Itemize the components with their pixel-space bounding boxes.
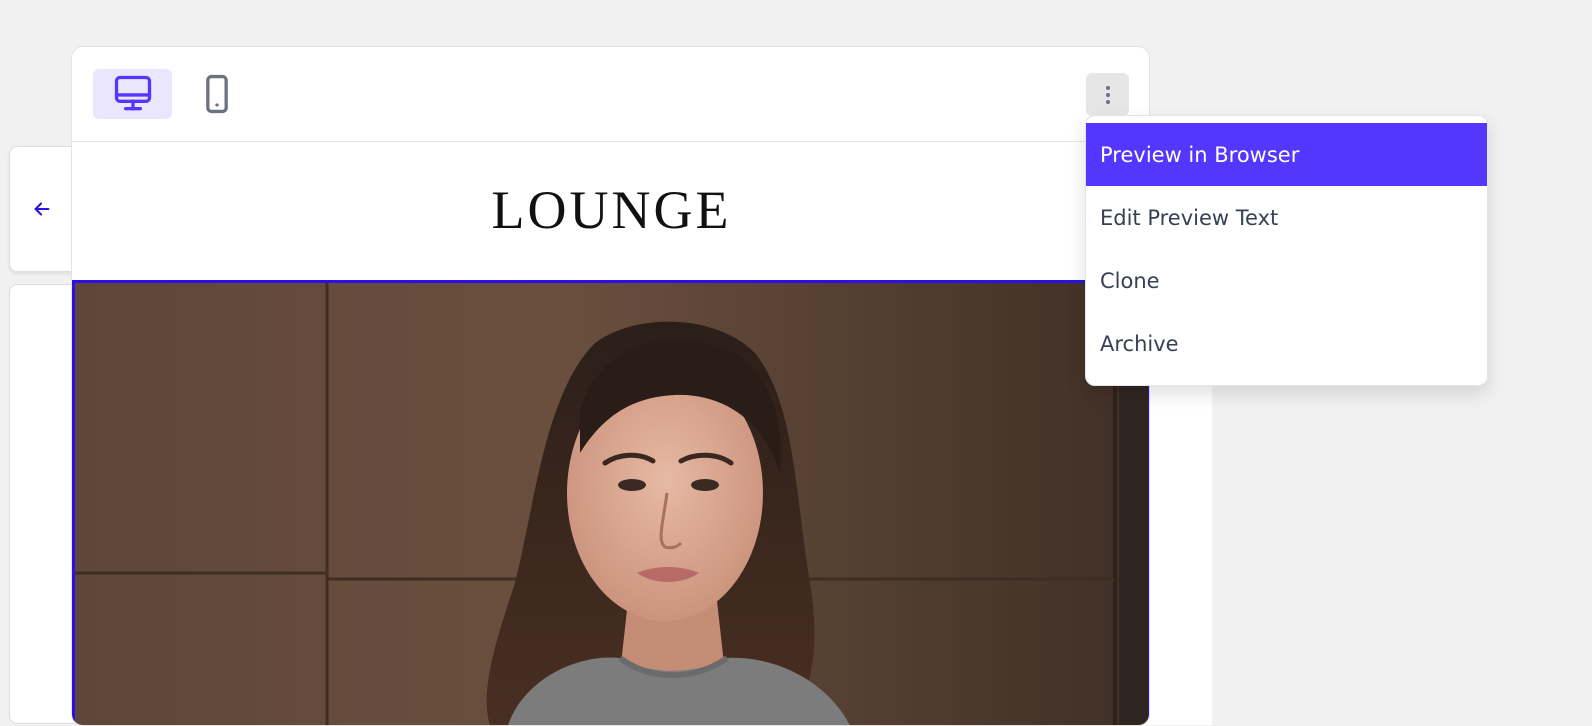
- menu-item-clone[interactable]: Clone: [1086, 249, 1487, 312]
- menu-item-label: Edit Preview Text: [1100, 205, 1279, 230]
- arrow-left-icon: [34, 202, 50, 216]
- portrait-photo: [75, 283, 1148, 725]
- mobile-view-button[interactable]: [192, 69, 242, 119]
- back-button[interactable]: [30, 197, 54, 221]
- menu-item-edit-preview-text[interactable]: Edit Preview Text: [1086, 186, 1487, 249]
- brand-logo: LOUNGE: [491, 180, 732, 240]
- hero-image-block[interactable]: [72, 280, 1149, 725]
- menu-item-preview-in-browser[interactable]: Preview in Browser: [1086, 123, 1487, 186]
- more-options-menu: Preview in Browser Edit Preview Text Clo…: [1085, 115, 1488, 386]
- menu-item-label: Preview in Browser: [1100, 142, 1300, 167]
- left-nav-card: [9, 146, 79, 272]
- menu-item-label: Clone: [1100, 268, 1160, 293]
- email-editor-canvas: LOUNGE: [71, 46, 1150, 726]
- mobile-phone-icon: [206, 74, 228, 114]
- desktop-monitor-icon: [114, 75, 151, 111]
- preview-toolbar: [72, 47, 1149, 142]
- more-options-button[interactable]: [1086, 73, 1129, 116]
- left-side-panel: [9, 284, 79, 724]
- vertical-ellipsis-icon: [1105, 85, 1110, 104]
- menu-item-label: Archive: [1100, 331, 1179, 356]
- desktop-view-button[interactable]: [93, 69, 172, 119]
- menu-item-archive[interactable]: Archive: [1086, 312, 1487, 375]
